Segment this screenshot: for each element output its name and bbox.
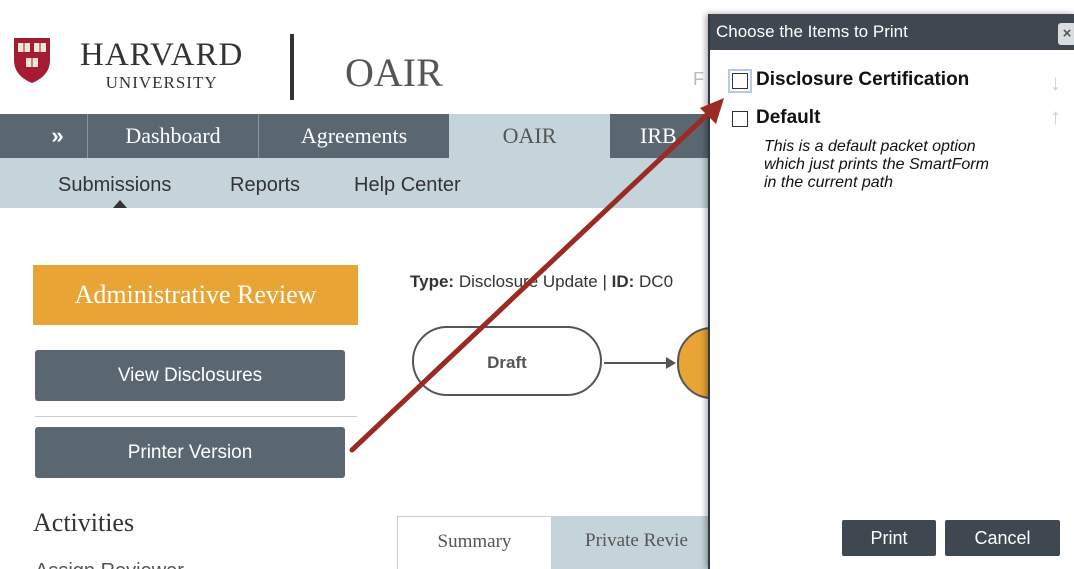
logo-line2: UNIVERSITY — [105, 73, 218, 92]
id-value: DC0 — [639, 272, 674, 291]
workflow-state-draft: Draft — [412, 326, 602, 396]
tab-private-reviewer[interactable]: Private Revie — [552, 516, 712, 569]
subnav-item-submissions[interactable]: Submissions — [58, 174, 171, 197]
active-caret-icon — [113, 200, 127, 208]
workflow-arrow-icon — [666, 357, 676, 369]
disclosure-certification-checkbox[interactable] — [728, 69, 752, 93]
sidebar-divider — [35, 416, 357, 417]
type-label: Type: — [410, 272, 455, 291]
subnav-item-reports[interactable]: Reports — [230, 174, 300, 197]
dialog-titlebar: Choose the Items to Print × — [710, 14, 1074, 50]
nav-item-agreements[interactable]: Agreements — [259, 114, 449, 158]
nav-item-dashboard[interactable]: Dashboard — [88, 114, 258, 158]
dialog-title: Choose the Items to Print — [716, 22, 908, 41]
submission-type-line: Type: Disclosure Update | ID: DC0 — [410, 272, 673, 292]
type-id-separator: | — [602, 272, 607, 291]
view-disclosures-button[interactable]: View Disclosures — [35, 350, 345, 401]
university-wordmark: HARVARD UNIVERSITY — [80, 36, 243, 92]
subnav-item-help-center[interactable]: Help Center — [354, 174, 461, 197]
top-strip — [0, 0, 710, 14]
print-items-dialog: Choose the Items to Print × Disclosure C… — [708, 14, 1074, 569]
nav-expand-toggle[interactable]: » — [30, 114, 85, 158]
print-button[interactable]: Print — [842, 520, 936, 556]
tab-bar: Summary Private Revie — [397, 516, 712, 569]
sub-nav: Submissions Reports Help Center — [0, 158, 710, 208]
close-icon[interactable]: × — [1058, 23, 1074, 45]
logo-line1: HARVARD — [80, 37, 244, 73]
header-partial-text: F — [693, 69, 704, 89]
print-item-description: This is a default packet option which ju… — [764, 138, 989, 191]
move-up-icon[interactable]: ↑ — [1050, 104, 1061, 130]
print-item-label: Disclosure Certification — [756, 69, 970, 90]
default-checkbox[interactable] — [732, 111, 748, 127]
activity-link-assign-reviewer[interactable]: Assign Reviewer — [35, 560, 184, 569]
tab-summary[interactable]: Summary — [397, 516, 552, 569]
move-down-icon[interactable]: ↓ — [1050, 70, 1061, 96]
site-header: HARVARD UNIVERSITY OAIR F — [0, 14, 704, 114]
site-title: OAIR — [345, 50, 443, 95]
type-value: Disclosure Update — [458, 272, 598, 291]
logo-divider — [290, 34, 294, 100]
nav-item-oair[interactable]: OAIR — [449, 114, 610, 158]
cancel-button[interactable]: Cancel — [945, 520, 1060, 556]
workflow-connector — [604, 362, 670, 364]
state-badge: Administrative Review — [33, 265, 358, 325]
nav-item-irb[interactable]: IRB — [640, 114, 710, 158]
page: HARVARD UNIVERSITY OAIR F » Dashboard Ag… — [0, 0, 1074, 569]
activities-heading: Activities — [33, 508, 135, 537]
print-item-label: Default — [756, 107, 821, 128]
printer-version-button[interactable]: Printer Version — [35, 427, 345, 478]
harvard-shield-logo — [14, 38, 50, 83]
main-nav: » Dashboard Agreements OAIR IRB — [0, 114, 710, 158]
id-label: ID: — [611, 272, 635, 291]
